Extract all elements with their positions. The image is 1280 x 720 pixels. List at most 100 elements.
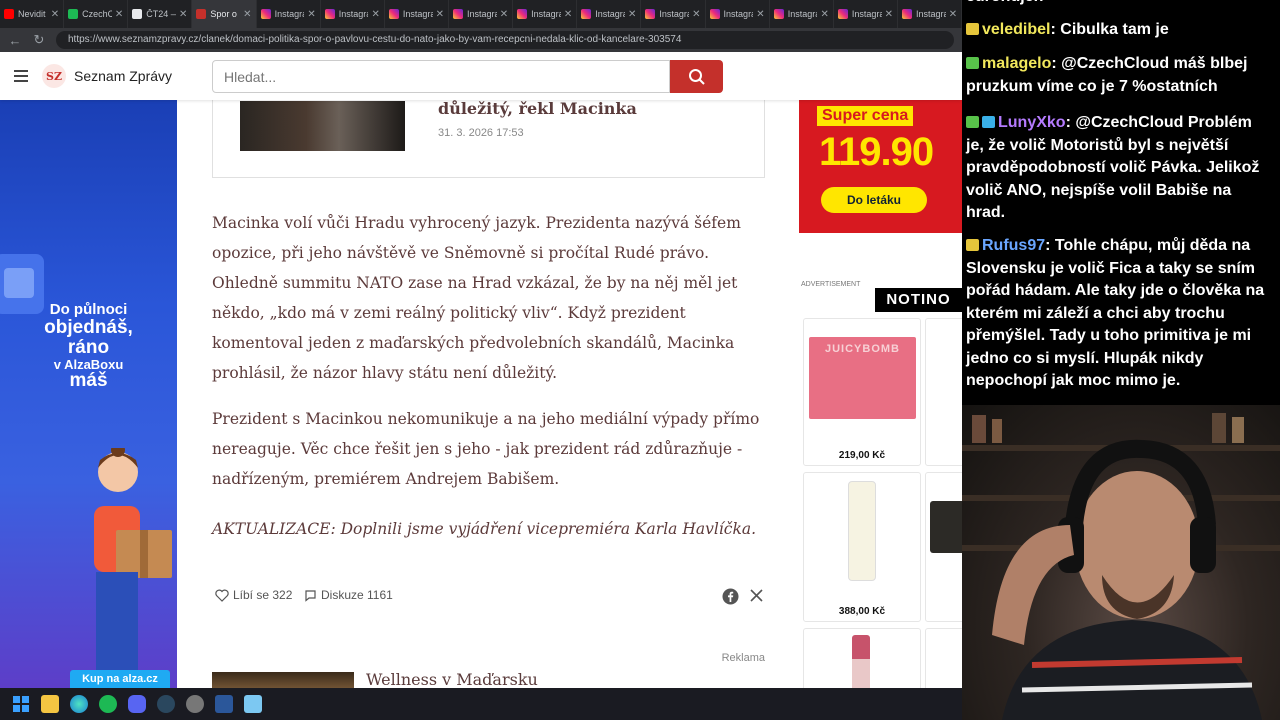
browser-tab[interactable]: Instagra ✕ [898,0,962,28]
browser-tab[interactable]: Instagra ✕ [321,0,385,28]
close-icon[interactable]: ✕ [692,9,700,20]
product-card[interactable] [925,628,962,688]
article-update-note: AKTUALIZACE: Doplnili jsme vyjádření vic… [212,520,757,538]
alza-line-5: máš [69,370,108,392]
browser-tab-title: Instagra [466,9,497,19]
browser-tab[interactable]: Instagra ✕ [834,0,898,28]
browser-tab[interactable]: Spor o ✕ [192,0,257,28]
browser-tab-title: Instagra [723,9,754,19]
url-field[interactable]: https://www.seznamzpravy.cz/clanek/domac… [56,31,954,49]
alza-ad[interactable]: Do půlnoci objednáš, ráno v AlzaBoxu máš… [0,100,177,688]
search-button[interactable] [670,60,723,93]
lidl-cta-button[interactable]: Do letáku [821,187,927,213]
spotify-icon[interactable] [99,695,117,713]
related-article-title[interactable]: důležitý, řekl Macinka [438,100,637,118]
close-icon[interactable]: ✕ [307,9,315,20]
tab-favicon-icon [196,9,207,19]
browser-tab[interactable]: Instagra ✕ [770,0,834,28]
close-icon[interactable]: ✕ [436,9,444,20]
reload-icon[interactable]: ↻ [32,32,46,48]
browser-tab-title: Instagra [402,9,433,19]
chat-message: veledibel: Cibulka tam je [966,19,1274,42]
alza-cta-button[interactable]: Kup na alza.cz [70,670,170,688]
girl-with-box-illustration [94,448,172,688]
chat-username[interactable]: veledibel [982,21,1050,38]
browser-tab[interactable]: Instagra ✕ [449,0,514,28]
product-card[interactable] [803,628,921,688]
windows-start-icon[interactable] [12,695,30,713]
browser-tab[interactable]: Instagra ✕ [385,0,449,28]
share-x-button[interactable] [749,588,764,603]
discussion-button[interactable]: Diskuze 1161 [304,588,393,602]
word-icon[interactable] [215,695,233,713]
file-explorer-icon[interactable] [41,695,59,713]
close-icon[interactable]: ✕ [243,9,251,20]
browser-tab-title: Nevidit [18,9,46,19]
chat-username[interactable]: Rufus97 [982,237,1045,254]
close-icon[interactable]: ✕ [51,9,59,20]
alza-promo-text: Do půlnoci objednáš, ráno v AlzaBoxu máš [0,302,177,391]
instagram-icon [645,9,656,19]
browser-tab[interactable]: Instagra ✕ [577,0,642,28]
chat-message: Rufus97: Tohle chápu, můj děda na Sloven… [966,237,1265,389]
back-icon[interactable]: ← [8,33,22,48]
browser-tab[interactable]: ČT24 —✕ [128,0,193,28]
notepad-icon[interactable] [244,695,262,713]
close-icon[interactable]: ✕ [115,9,123,20]
browser-tab[interactable]: CzechC ✕ [64,0,129,28]
article-actions: Líbí se 322 Diskuze 1161 [212,588,767,610]
instagram-icon [388,9,399,19]
browser-tab-title: Spor o [210,9,237,19]
close-icon[interactable]: ✕ [371,9,379,20]
browser-tab[interactable]: Instagra ✕ [257,0,321,28]
close-icon[interactable]: ✕ [500,9,508,20]
product-card[interactable] [925,318,962,466]
share-facebook-button[interactable] [722,588,739,605]
instagram-icon [324,9,335,19]
chat-badge-icon [966,116,979,128]
lidl-ad[interactable]: Super cena 119.90 Do letáku [799,100,962,233]
product-card[interactable] [925,472,962,622]
tab-favicon-icon [4,9,14,19]
browser-tab[interactable]: Instagra ✕ [706,0,770,28]
chat-message: LunyXko: @CzechCloud Problém je, že voli… [966,114,1260,221]
related-article-card[interactable]: důležitý, řekl Macinka 31. 3. 2026 17:53 [212,100,765,178]
search-input[interactable] [212,60,670,93]
browser-tab[interactable]: Nevidit ✕ [0,0,65,28]
obs-icon[interactable] [186,695,204,713]
streamer-silhouette [972,413,1262,720]
heart-icon [215,589,229,602]
close-icon[interactable]: ✕ [179,9,187,20]
product-card[interactable]: JUICYBOMB 219,00 Kč [803,318,921,466]
chat-username[interactable]: malagelo [982,55,1051,72]
close-icon[interactable]: ✕ [628,9,636,20]
close-icon[interactable]: ✕ [564,9,572,20]
instagram-icon [837,9,848,19]
product-price: 388,00 Kč [838,606,886,617]
article-paragraph-2: Prezident s Macinkou nekomunikuje a na j… [212,410,760,488]
discord-icon[interactable] [128,695,146,713]
chat-text: Tohle chápu, můj děda na Slovensku je vo… [966,237,1265,389]
close-icon[interactable]: ✕ [756,9,764,20]
close-icon[interactable]: ✕ [949,9,957,20]
ad-title[interactable]: Wellness v Maďarsku [366,670,538,688]
menu-icon[interactable] [14,70,28,82]
site-logo[interactable]: SZ [42,64,66,88]
steam-icon[interactable] [157,695,175,713]
site-brand[interactable]: Seznam Zprávy [74,68,172,84]
browser-tab[interactable]: Instagra ✕ [513,0,578,28]
close-icon[interactable]: ✕ [885,9,893,20]
notino-logo[interactable]: NOTINO [875,288,962,312]
alza-line-3: ráno [67,336,110,358]
ad-thumbnail[interactable] [212,672,354,688]
chat-text: Cibulka tam je [1060,21,1169,38]
product-card[interactable]: 388,00 Kč [803,472,921,622]
chat-fragment: euronujen [966,0,1274,9]
instagram-icon [901,9,912,19]
edge-icon[interactable] [70,695,88,713]
like-button[interactable]: Líbí se 322 [215,588,292,602]
browser-tab[interactable]: Instagra ✕ [641,0,706,28]
chat-username[interactable]: LunyXko [998,114,1066,131]
taskbar [0,688,962,720]
close-icon[interactable]: ✕ [820,9,828,20]
